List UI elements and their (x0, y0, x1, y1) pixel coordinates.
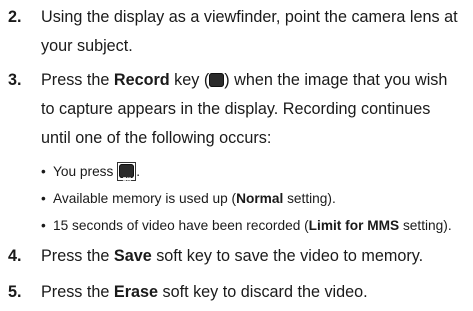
soft-key-label: Save (113, 247, 152, 265)
step-text: Using the display as a viewfinder, point… (41, 8, 458, 26)
step-text: until one of the following occurs: (41, 129, 272, 147)
step-text: to capture appears in the display. Recor… (41, 100, 431, 118)
step-4: 4. Press the Save soft key to save the v… (8, 242, 469, 271)
text-run: Press the (41, 247, 114, 265)
text-run: ) when the image that you wish (224, 71, 448, 89)
record-key-label: Record (113, 71, 170, 89)
step-5: 5. Press the Erase soft key to discard t… (8, 278, 469, 307)
text-run: 15 seconds of video have been recorded ( (53, 218, 309, 233)
step-number: 4. (8, 247, 22, 265)
list-item: • 15 seconds of video have been recorded … (41, 218, 452, 233)
soft-key-label: Erase (113, 283, 158, 301)
step-number: 2. (8, 8, 22, 26)
text-run: setting). (399, 218, 452, 233)
setting-name: Limit for MMS (308, 218, 400, 233)
text-run: Press the (41, 71, 114, 89)
step-text: Press the Record key ( ) when the image t… (41, 66, 469, 105)
list-item: • Available memory is used up (Normal set… (41, 191, 336, 206)
text-run: soft key to save the video to memory. (151, 247, 424, 265)
text-run: Press the (41, 283, 114, 301)
text-run: key ( (169, 71, 210, 89)
ok-key-icon (117, 162, 137, 194)
step-number: 3. (8, 71, 22, 89)
text-run: soft key to discard the video. (158, 283, 368, 301)
step-text: Press the Save soft key to save the vide… (41, 242, 469, 271)
text-run: Available memory is used up ( (53, 191, 237, 206)
step-3: 3. Press the Record key ( ) when the imag… (8, 66, 469, 153)
list-item: •You press . (41, 158, 471, 194)
text-run: setting). (283, 191, 336, 206)
ok-key-icon (209, 73, 225, 105)
step-number: 5. (8, 283, 22, 301)
step-text: your subject. (41, 37, 133, 55)
step-2: 2. Using the display as a viewfinder, po… (8, 3, 469, 61)
text-run: . (136, 164, 140, 179)
bullet-list: •You press . •Available memory is used u… (41, 158, 471, 239)
setting-name: Normal (236, 191, 284, 206)
step-text: Press the Erase soft key to discard the … (41, 278, 469, 307)
text-run: You press (53, 164, 118, 179)
